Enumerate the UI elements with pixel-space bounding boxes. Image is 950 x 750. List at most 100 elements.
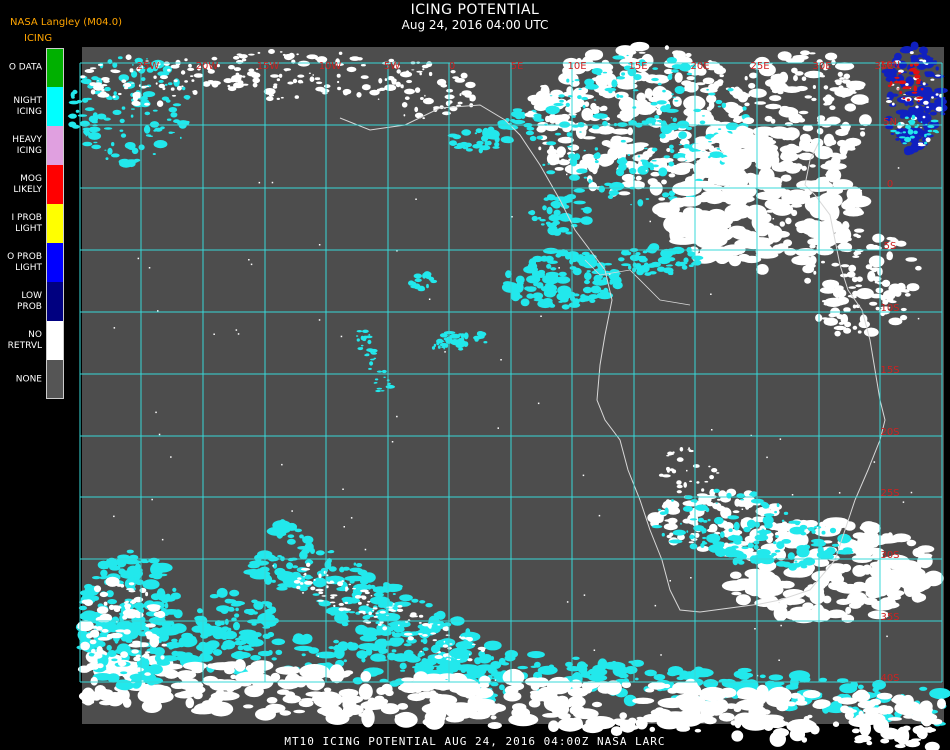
cloud-patch bbox=[732, 118, 740, 123]
cloud-patch bbox=[343, 670, 354, 675]
cloud-patch bbox=[903, 145, 916, 155]
cloud-patch bbox=[122, 615, 128, 620]
cloud-patch bbox=[360, 671, 372, 682]
cloud-patch bbox=[326, 582, 333, 584]
cloud-patch bbox=[917, 705, 933, 714]
cloud-patch bbox=[135, 654, 142, 658]
cloud-patch bbox=[788, 670, 811, 681]
cloud-patch bbox=[268, 94, 275, 97]
cloud-patch bbox=[671, 93, 674, 96]
cloud-patch bbox=[686, 72, 693, 76]
cloud-patch bbox=[851, 207, 863, 215]
cloud-patch bbox=[917, 100, 920, 103]
cloud-patch bbox=[362, 584, 369, 590]
cloud-patch bbox=[890, 132, 895, 135]
cloud-patch bbox=[224, 598, 233, 604]
cloud-patch bbox=[828, 313, 837, 318]
cloud-patch bbox=[131, 100, 141, 106]
cloud-patch bbox=[920, 88, 924, 91]
cloud-patch bbox=[644, 88, 653, 99]
cloud-patch bbox=[672, 50, 682, 56]
cloud-patch bbox=[807, 609, 826, 618]
lat-label: 10S bbox=[880, 303, 899, 314]
legend-swatch bbox=[46, 243, 64, 282]
cloud-patch bbox=[616, 94, 620, 98]
cloud-patch bbox=[825, 52, 838, 61]
cloud-patch bbox=[123, 82, 132, 88]
cloud-patch bbox=[566, 78, 570, 83]
cloud-patch bbox=[855, 284, 863, 288]
cloud-patch bbox=[649, 726, 656, 732]
cloud-patch bbox=[546, 206, 553, 215]
cloud-patch bbox=[310, 586, 316, 591]
cloud-patch bbox=[148, 606, 160, 612]
cloud-patch bbox=[161, 621, 171, 630]
cloud-patch bbox=[256, 571, 271, 576]
cloud-patch bbox=[910, 54, 919, 60]
cloud-patch bbox=[776, 503, 780, 508]
cloud-patch bbox=[100, 84, 108, 87]
cloud-patch bbox=[374, 378, 379, 381]
cloud-patch bbox=[474, 657, 482, 665]
legend-label: O PROB LIGHT bbox=[7, 251, 42, 273]
legend-label: MOG LIKELY bbox=[13, 173, 42, 195]
cloud-patch bbox=[142, 579, 160, 590]
cloud-patch bbox=[308, 72, 311, 75]
cloud-patch bbox=[202, 81, 211, 87]
cloud-patch bbox=[562, 195, 573, 203]
cloud-patch bbox=[252, 77, 260, 84]
cloud-patch bbox=[337, 86, 342, 91]
cloud-patch bbox=[263, 88, 276, 95]
cloud-patch bbox=[460, 72, 468, 79]
cloud-patch bbox=[302, 576, 306, 578]
cloud-patch bbox=[766, 694, 790, 708]
cloud-patch bbox=[582, 286, 593, 294]
cloud-patch bbox=[411, 598, 419, 603]
cloud-patch bbox=[411, 69, 415, 71]
cloud-patch bbox=[811, 97, 817, 102]
legend-swatch bbox=[46, 360, 64, 399]
cloud-patch bbox=[439, 342, 448, 347]
cloud-patch bbox=[793, 75, 798, 82]
cloud-patch bbox=[292, 666, 299, 673]
cloud-patch bbox=[557, 285, 572, 296]
cloud-patch bbox=[745, 191, 756, 195]
cloud-patch bbox=[356, 92, 362, 98]
cloud-patch bbox=[384, 78, 388, 82]
cloud-patch bbox=[475, 128, 483, 134]
cloud-patch bbox=[802, 690, 821, 699]
cloud-patch bbox=[572, 656, 580, 660]
cloud-patch bbox=[382, 582, 392, 593]
cloud-patch bbox=[636, 716, 644, 720]
cloud-patch bbox=[857, 700, 876, 709]
product-label: ICING bbox=[24, 33, 53, 44]
cloud-patch bbox=[111, 142, 115, 147]
cloud-patch bbox=[185, 96, 190, 100]
cloud-patch bbox=[799, 138, 811, 151]
cloud-patch bbox=[686, 530, 689, 533]
cloud-patch bbox=[809, 589, 825, 605]
cloud-patch bbox=[680, 522, 682, 525]
cloud-patch bbox=[903, 93, 907, 95]
cloud-patch bbox=[838, 321, 845, 325]
cloud-patch bbox=[348, 583, 352, 586]
cloud-patch bbox=[284, 673, 302, 689]
cloud-patch bbox=[831, 262, 840, 267]
cloud-patch bbox=[629, 167, 637, 175]
cloud-patch bbox=[721, 102, 727, 109]
cloud-patch bbox=[547, 194, 554, 200]
cloud-patch bbox=[827, 303, 834, 307]
cloud-speck bbox=[582, 474, 585, 477]
cloud-patch bbox=[669, 144, 674, 149]
cloud-patch bbox=[604, 87, 617, 92]
cloud-patch bbox=[902, 87, 907, 90]
cloud-patch bbox=[101, 628, 109, 633]
cloud-patch bbox=[160, 655, 165, 660]
cloud-patch bbox=[291, 527, 297, 531]
cloud-patch bbox=[779, 105, 790, 111]
cloud-patch bbox=[644, 147, 648, 150]
cloud-patch bbox=[714, 65, 724, 71]
cloud-patch bbox=[82, 665, 93, 672]
cloud-patch bbox=[108, 622, 113, 628]
cloud-patch bbox=[129, 600, 137, 604]
